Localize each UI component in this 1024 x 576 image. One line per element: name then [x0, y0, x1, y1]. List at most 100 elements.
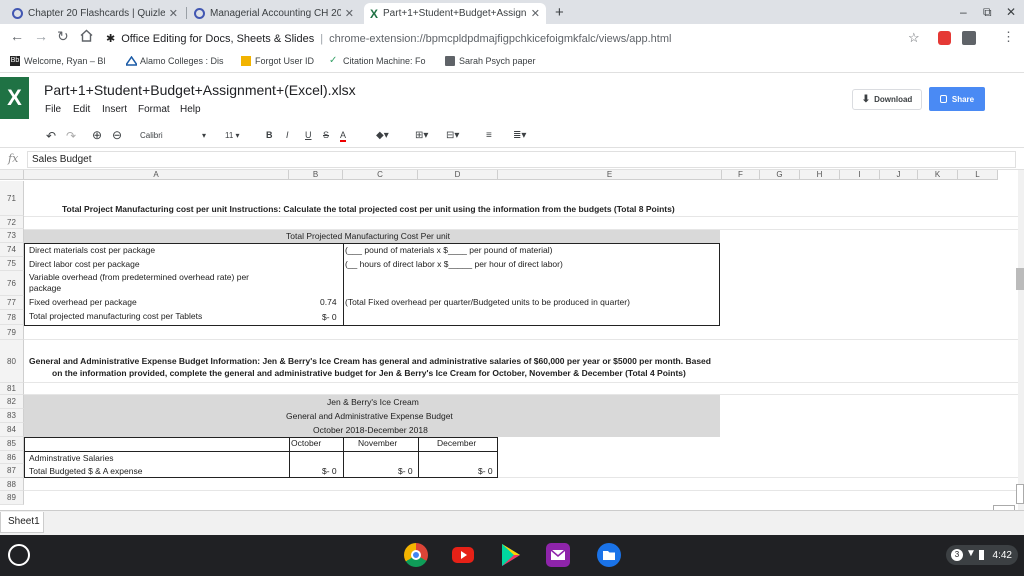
menu-help[interactable]: Help: [180, 104, 201, 115]
browser-tab-quizlet-2[interactable]: Managerial Accounting CH 20 F ✕: [188, 3, 360, 24]
row-header-72[interactable]: 72: [0, 216, 24, 229]
close-tab-icon[interactable]: ✕: [169, 7, 178, 20]
column-header-e[interactable]: E: [498, 170, 722, 180]
row-header-75[interactable]: 75: [0, 257, 24, 271]
horizontal-align-icon[interactable]: ≡: [486, 130, 492, 141]
redo-icon[interactable]: ↷: [66, 129, 76, 143]
row-header-77[interactable]: 77: [0, 296, 24, 310]
sheet-tab-sheet1[interactable]: Sheet1: [0, 512, 44, 533]
close-window-icon[interactable]: ✕: [1006, 5, 1016, 19]
vertical-align-icon[interactable]: ≣▾: [513, 130, 526, 141]
cell-b73[interactable]: Total Projected Manufacturing Cost Per u…: [286, 231, 450, 242]
strikethrough-button[interactable]: S: [323, 130, 329, 140]
chrome-icon[interactable]: [404, 543, 428, 567]
menu-file[interactable]: File: [45, 104, 61, 115]
forward-icon[interactable]: →: [34, 28, 48, 44]
cell-a80-line2[interactable]: on the information provided, complete th…: [52, 368, 686, 379]
borders-icon[interactable]: ⊞▾: [415, 130, 428, 141]
download-button[interactable]: ⬇ Download: [852, 89, 922, 110]
bookmark-forgot-user[interactable]: Forgot User ID: [241, 56, 314, 66]
youtube-icon[interactable]: [452, 547, 474, 563]
column-header-b[interactable]: B: [289, 170, 343, 180]
cell-c85[interactable]: November: [358, 438, 397, 449]
cell-a86[interactable]: Adminstrative Salaries: [29, 453, 114, 464]
column-header-l[interactable]: L: [958, 170, 998, 180]
close-tab-icon[interactable]: ✕: [531, 7, 540, 20]
undo-icon[interactable]: ↶: [46, 129, 56, 143]
scrollbar-thumb[interactable]: [1016, 268, 1024, 290]
row-header-87[interactable]: 87: [0, 464, 24, 478]
browser-menu-icon[interactable]: ⋮: [1002, 29, 1015, 45]
column-header-f[interactable]: F: [722, 170, 760, 180]
minimize-icon[interactable]: –: [960, 5, 967, 19]
browser-tab-excel[interactable]: X Part+1+Student+Budget+Assign ✕: [364, 3, 546, 24]
cell-a80-line1[interactable]: General and Administrative Expense Budge…: [29, 356, 711, 367]
column-header-h[interactable]: H: [800, 170, 840, 180]
cell-b77[interactable]: 0.74: [320, 297, 337, 308]
cell-b78[interactable]: $- 0: [322, 312, 337, 323]
launcher-icon[interactable]: [8, 544, 30, 566]
row-header-84[interactable]: 84: [0, 423, 24, 437]
row-header-85[interactable]: 85: [0, 437, 24, 451]
row-header-88[interactable]: 88: [0, 478, 24, 491]
cell-a71[interactable]: Total Project Manufacturing cost per uni…: [62, 204, 675, 215]
cell-a76-line1[interactable]: Variable overhead (from predetermined ov…: [29, 272, 249, 283]
cell-c74[interactable]: (___ pound of materials x $____ per poun…: [345, 245, 552, 256]
row-header-76[interactable]: 76: [0, 271, 24, 296]
select-all-corner[interactable]: [0, 170, 24, 180]
row-header-86[interactable]: 86: [0, 451, 24, 464]
gmail-icon[interactable]: [546, 543, 570, 567]
column-header-a[interactable]: A: [24, 170, 289, 180]
close-tab-icon[interactable]: ✕: [345, 7, 354, 20]
text-color-button[interactable]: A: [340, 130, 347, 142]
files-icon[interactable]: [597, 543, 621, 567]
cell-b87[interactable]: $- 0: [322, 466, 337, 477]
cell-b83[interactable]: General and Administrative Expense Budge…: [286, 411, 453, 422]
new-tab-button[interactable]: +: [555, 4, 564, 21]
bookmark-star-icon[interactable]: ☆: [908, 30, 920, 46]
vertical-scrollbar[interactable]: [1018, 170, 1024, 510]
cell-d87[interactable]: $- 0: [478, 466, 493, 477]
back-icon[interactable]: ←: [10, 28, 24, 44]
cell-a77[interactable]: Fixed overhead per package: [29, 297, 137, 308]
bookmark-alamo[interactable]: Alamo Colleges : Dis: [126, 56, 224, 66]
row-header-78[interactable]: 78: [0, 310, 24, 325]
extension-red-icon[interactable]: [938, 31, 951, 45]
browser-tab-quizlet-1[interactable]: Chapter 20 Flashcards | Quizlet ✕: [6, 3, 184, 24]
zoom-out-icon[interactable]: ⊖: [112, 128, 122, 142]
row-header-83[interactable]: 83: [0, 409, 24, 423]
cell-c77[interactable]: (Total Fixed overhead per quarter/Budget…: [345, 297, 630, 308]
font-size-select[interactable]: 11 ▾: [225, 131, 240, 140]
cell-a75[interactable]: Direct labor cost per package: [29, 259, 140, 270]
font-family-select[interactable]: Calibri ▾: [140, 131, 210, 140]
column-header-d[interactable]: D: [418, 170, 498, 180]
cell-a78[interactable]: Total projected manufacturing cost per T…: [29, 311, 202, 322]
column-header-i[interactable]: I: [840, 170, 880, 180]
bookmark-blackboard[interactable]: Bb Welcome, Ryan – Bl: [10, 56, 105, 66]
cell-c75[interactable]: (__ hours of direct labor x $_____ per h…: [345, 259, 563, 270]
cell-c87[interactable]: $- 0: [398, 466, 413, 477]
column-header-j[interactable]: J: [880, 170, 918, 180]
extension-gray-icon[interactable]: [962, 31, 976, 45]
restore-icon[interactable]: ⧉: [983, 5, 992, 20]
reload-icon[interactable]: ↻: [57, 28, 69, 45]
fill-color-icon[interactable]: ◆▾: [376, 130, 389, 141]
cell-d85[interactable]: December: [437, 438, 476, 449]
zoom-in-icon[interactable]: ⊕: [92, 128, 102, 142]
status-tray[interactable]: 3 ▼ 4:42: [946, 545, 1018, 565]
column-header-c[interactable]: C: [343, 170, 418, 180]
cell-a87[interactable]: Total Budgeted $ & A expense: [29, 466, 142, 477]
home-icon[interactable]: [80, 29, 93, 42]
underline-button[interactable]: U: [305, 130, 312, 140]
italic-button[interactable]: I: [286, 130, 289, 140]
cell-b84[interactable]: October 2018-December 2018: [313, 425, 428, 436]
bookmark-folder[interactable]: Sarah Psych paper: [445, 56, 536, 66]
row-header-89[interactable]: 89: [0, 491, 24, 505]
column-header-g[interactable]: G: [760, 170, 800, 180]
scroll-arrows-icon[interactable]: [1016, 484, 1024, 504]
row-header-82[interactable]: 82: [0, 395, 24, 409]
document-title[interactable]: Part+1+Student+Budget+Assignment+(Excel)…: [44, 82, 356, 98]
column-header-k[interactable]: K: [918, 170, 958, 180]
row-header-74[interactable]: 74: [0, 243, 24, 257]
cell-a74[interactable]: Direct materials cost per package: [29, 245, 155, 256]
